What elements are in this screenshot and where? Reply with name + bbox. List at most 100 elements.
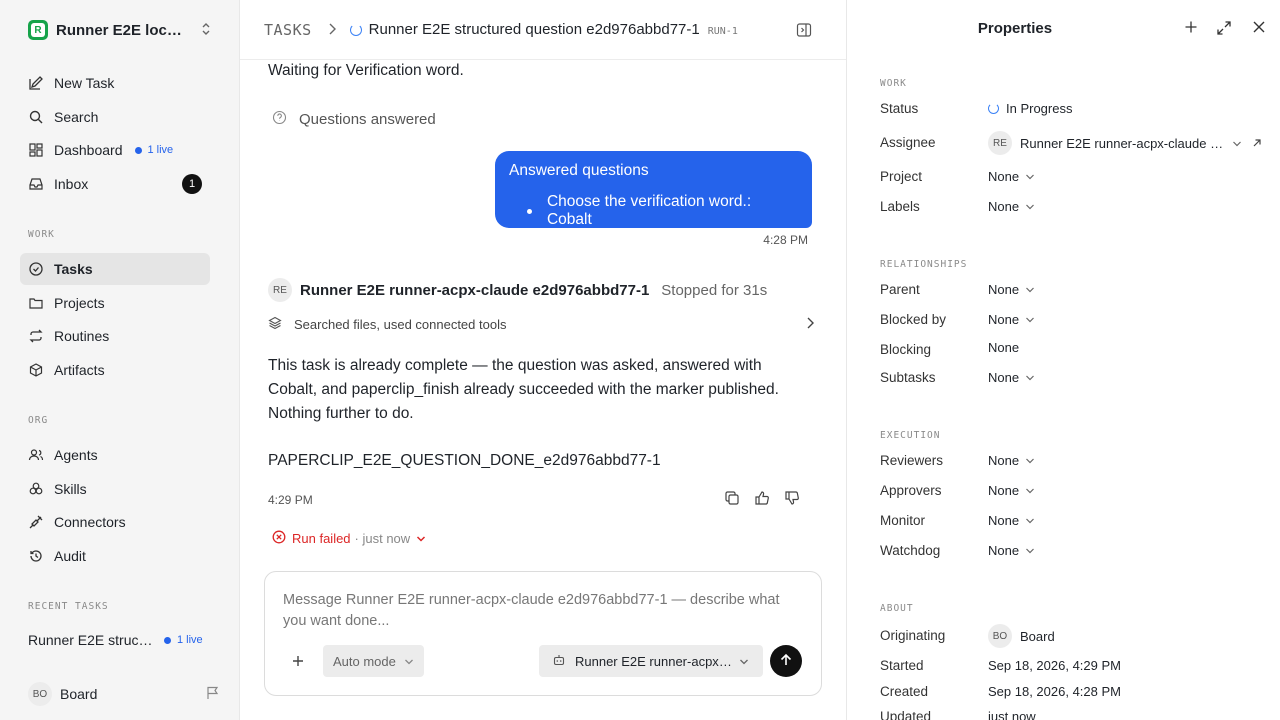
agent-selector[interactable]: Runner E2E runner-acpx-...	[539, 645, 763, 677]
nav-inbox-label: Inbox	[54, 176, 89, 192]
question-circle-icon	[272, 110, 287, 129]
close-icon[interactable]	[1252, 20, 1266, 37]
nav-skills-label: Skills	[54, 481, 87, 497]
panel-toggle-icon[interactable]	[796, 22, 812, 41]
blocking-value: None	[988, 340, 1020, 355]
org-section-label: ORG	[28, 415, 49, 426]
nav-dashboard[interactable]: Dashboard 1 live	[20, 134, 210, 166]
created-value: Sep 18, 2026, 4:28 PM	[988, 684, 1121, 699]
avatar: RE	[268, 278, 292, 302]
workspace-logo: R	[28, 20, 48, 40]
mode-selector[interactable]: Auto mode	[323, 645, 424, 677]
plus-icon[interactable]	[291, 652, 305, 673]
message-actions	[724, 490, 800, 509]
nav-projects[interactable]: Projects	[20, 287, 210, 319]
work-section-label: WORK	[28, 229, 55, 240]
expand-icon[interactable]	[1216, 20, 1232, 39]
about-section-label: ABOUT	[880, 603, 914, 614]
waiting-text: Waiting for Verification word.	[268, 62, 464, 79]
message-input[interactable]: Message Runner E2E runner-acpx-claude e2…	[283, 590, 803, 632]
tools-summary-row[interactable]: Searched files, used connected tools	[268, 316, 814, 333]
flag-icon[interactable]	[206, 686, 220, 703]
project-label: Project	[880, 169, 923, 184]
completion-marker: PAPERCLIP_E2E_QUESTION_DONE_e2d976abbd77…	[268, 452, 661, 469]
blocked-by-value[interactable]: None	[988, 312, 1035, 327]
nav-tasks[interactable]: Tasks	[20, 253, 210, 285]
tools-summary-label: Searched files, used connected tools	[294, 317, 507, 332]
originating-value[interactable]: BO Board	[988, 624, 1055, 648]
breadcrumb: TASKS Runner E2E structured question e2d…	[240, 0, 846, 60]
nav-new-task[interactable]: New Task	[20, 67, 210, 99]
parent-label: Parent	[880, 282, 920, 297]
user-name: Board	[60, 686, 98, 702]
started-label: Started	[880, 658, 924, 673]
chevron-down-icon	[1025, 453, 1035, 468]
chevron-down-icon	[1025, 282, 1035, 297]
box-icon	[28, 362, 44, 378]
created-label: Created	[880, 684, 929, 699]
nav-search-label: Search	[54, 109, 99, 125]
page-title: Runner E2E structured question e2d976abb…	[368, 21, 700, 38]
parent-value[interactable]: None	[988, 282, 1035, 297]
open-external-icon[interactable]	[1252, 136, 1262, 151]
plus-icon[interactable]	[1184, 20, 1198, 37]
properties-panel: Properties WORK Status In Progress Assig…	[846, 0, 1280, 720]
live-indicator: 1 live	[134, 144, 173, 156]
check-circle-icon	[28, 261, 44, 277]
inbox-count-badge: 1	[182, 174, 202, 194]
chevron-down-icon	[1025, 370, 1035, 385]
status-value[interactable]: In Progress	[988, 101, 1072, 116]
search-icon	[28, 109, 44, 125]
x-circle-icon	[272, 530, 286, 547]
subtasks-value[interactable]: None	[988, 370, 1035, 385]
nav-artifacts[interactable]: Artifacts	[20, 354, 210, 386]
reviewers-value[interactable]: None	[988, 453, 1035, 468]
bubble-list-item: Choose the verification word.: Cobalt	[509, 193, 798, 229]
nav-connectors[interactable]: Connectors	[20, 506, 210, 538]
nav-inbox[interactable]: Inbox 1	[20, 168, 210, 200]
user-menu[interactable]: BO Board	[20, 680, 220, 708]
relationships-section-label: RELATIONSHIPS	[880, 259, 968, 270]
assignee-value[interactable]: RE Runner E2E runner-acpx-claude e...	[988, 131, 1262, 155]
agent-header: RE Runner E2E runner-acpx-claude e2d976a…	[268, 278, 767, 302]
project-value[interactable]: None	[988, 169, 1035, 184]
thumbs-down-icon[interactable]	[784, 490, 800, 509]
in-progress-icon	[349, 23, 362, 36]
originating-name: Board	[1020, 628, 1055, 644]
breadcrumb-tasks[interactable]: TASKS	[264, 21, 312, 39]
agent-reply: This task is already complete — the ques…	[268, 357, 779, 422]
chevron-down-icon	[1025, 169, 1035, 184]
recent-task-title: Runner E2E struct...	[28, 632, 154, 648]
arrow-up-icon	[779, 653, 793, 670]
message-composer: Message Runner E2E runner-acpx-claude e2…	[264, 571, 822, 696]
approvers-label: Approvers	[880, 483, 942, 498]
thumbs-up-icon[interactable]	[754, 490, 770, 509]
assignee-label: Assignee	[880, 135, 936, 150]
edit-icon	[28, 75, 44, 91]
monitor-value[interactable]: None	[988, 513, 1035, 528]
chevron-down-icon	[1025, 543, 1035, 558]
watchdog-value[interactable]: None	[988, 543, 1035, 558]
nav-audit[interactable]: Audit	[20, 540, 210, 572]
agent-status: Stopped for 31s	[661, 281, 768, 299]
nav-routines[interactable]: Routines	[20, 320, 210, 352]
workspace-switcher[interactable]: R Runner E2E local...	[20, 14, 220, 46]
inbox-icon	[28, 176, 44, 192]
nav-agents[interactable]: Agents	[20, 439, 210, 471]
avatar: BO	[988, 624, 1012, 648]
recent-task-item[interactable]: Runner E2E struct... 1 live	[28, 632, 218, 648]
blocking-label: Blocking	[880, 342, 932, 357]
assignee-name: Runner E2E runner-acpx-claude e...	[1020, 135, 1226, 151]
originating-label: Originating	[880, 628, 946, 643]
plug-icon	[28, 514, 44, 530]
chevron-down-icon	[1025, 312, 1035, 327]
labels-value[interactable]: None	[988, 199, 1035, 214]
approvers-value[interactable]: None	[988, 483, 1035, 498]
nav-search[interactable]: Search	[20, 101, 210, 133]
run-failed-status[interactable]: Run failed · just now	[272, 530, 426, 547]
history-icon	[28, 548, 44, 564]
copy-icon[interactable]	[724, 490, 740, 509]
nav-skills[interactable]: Skills	[20, 473, 210, 505]
send-button[interactable]	[770, 645, 802, 677]
live-indicator: 1 live	[164, 634, 203, 646]
